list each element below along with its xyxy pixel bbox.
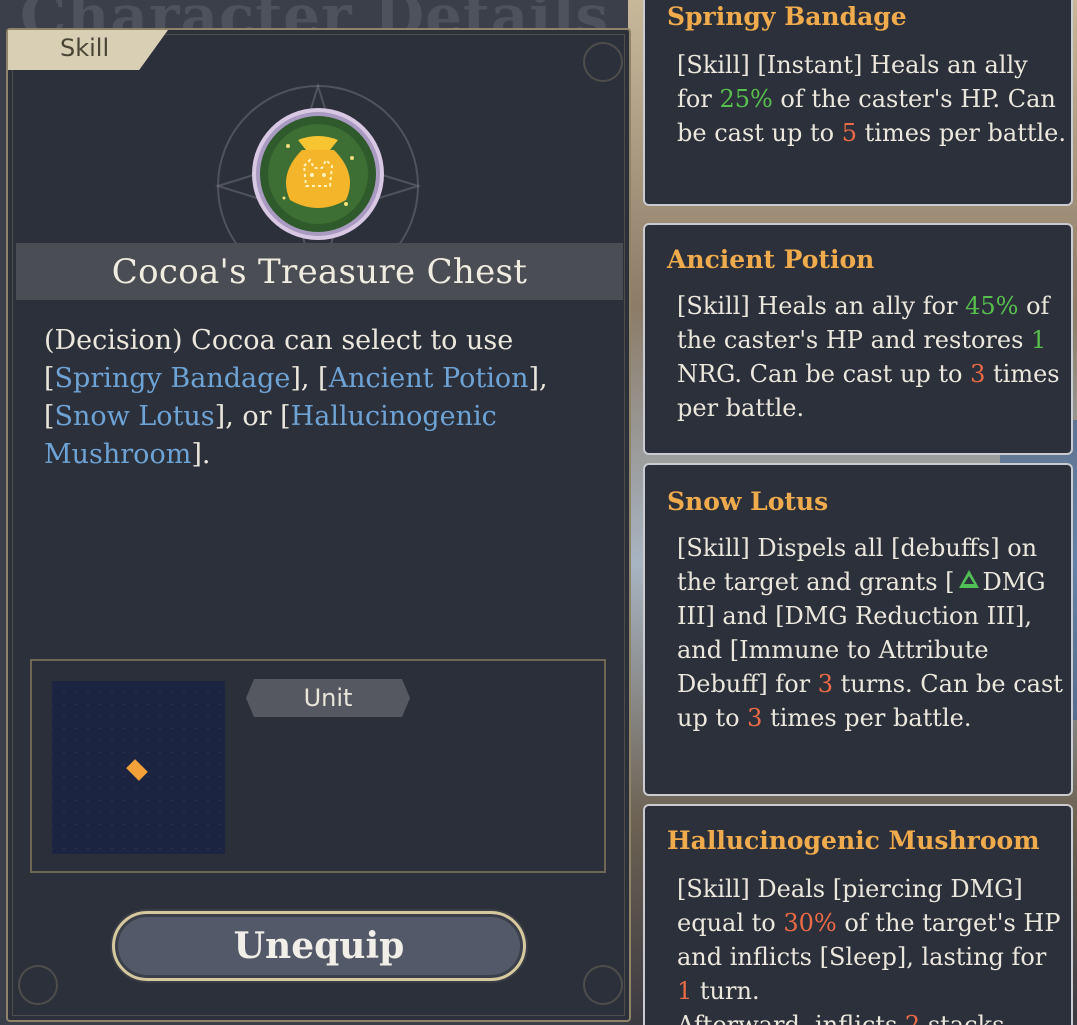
unit-range-box: Unit bbox=[30, 659, 606, 873]
range-grid bbox=[52, 681, 225, 854]
card-snow-lotus: Snow Lotus [Skill] Dispels all [debuffs]… bbox=[643, 463, 1073, 796]
card-text: [Skill] Deals [piercing DMG] equal to 30… bbox=[677, 875, 1061, 1025]
unequip-button-label: Unequip bbox=[233, 925, 405, 967]
corner-ornament-icon bbox=[18, 965, 58, 1005]
skill-description: (Decision) Cocoa can select to use [Sprin… bbox=[44, 325, 548, 470]
link-ancient-potion[interactable]: Ancient Potion bbox=[329, 363, 529, 394]
unit-label: Unit bbox=[246, 679, 410, 717]
triangle-up-icon bbox=[958, 570, 979, 588]
unit-marker-icon bbox=[126, 759, 148, 781]
skill-detail-panel: Skill Cocoa's Treasure Chest (Decision) … bbox=[6, 28, 631, 1022]
card-hallucinogenic-mushroom: Hallucinogenic Mushroom [Skill] Deals [p… bbox=[643, 804, 1073, 1025]
skill-name: Cocoa's Treasure Chest bbox=[111, 251, 528, 292]
card-text: [Skill] Dispels all [debuffs] on the tar… bbox=[677, 534, 1063, 732]
card-title: Springy Bandage bbox=[667, 2, 907, 31]
corner-ornament-icon bbox=[583, 42, 623, 82]
link-snow-lotus[interactable]: Snow Lotus bbox=[55, 401, 215, 432]
unequip-button[interactable]: Unequip bbox=[112, 911, 526, 981]
link-springy-bandage[interactable]: Springy Bandage bbox=[55, 363, 291, 394]
description-or: or bbox=[242, 401, 272, 432]
corner-ornament-icon bbox=[583, 965, 623, 1005]
card-title: Hallucinogenic Mushroom bbox=[667, 826, 1040, 855]
card-text: [Skill] [Instant] Heals an ally for 25% … bbox=[677, 51, 1066, 147]
skill-name-banner: Cocoa's Treasure Chest bbox=[16, 243, 623, 300]
skill-tab[interactable]: Skill bbox=[8, 30, 168, 70]
card-springy-bandage: Springy Bandage [Skill] [Instant] Heals … bbox=[643, 0, 1073, 206]
card-text: [Skill] Heals an ally for 45% of the cas… bbox=[677, 292, 1060, 422]
description-text: (Decision) Cocoa can select to use bbox=[44, 325, 514, 356]
card-title: Ancient Potion bbox=[667, 245, 875, 274]
card-ancient-potion: Ancient Potion [Skill] Heals an ally for… bbox=[643, 223, 1073, 455]
card-title: Snow Lotus bbox=[667, 487, 829, 516]
skill-tab-label: Skill bbox=[60, 34, 110, 62]
